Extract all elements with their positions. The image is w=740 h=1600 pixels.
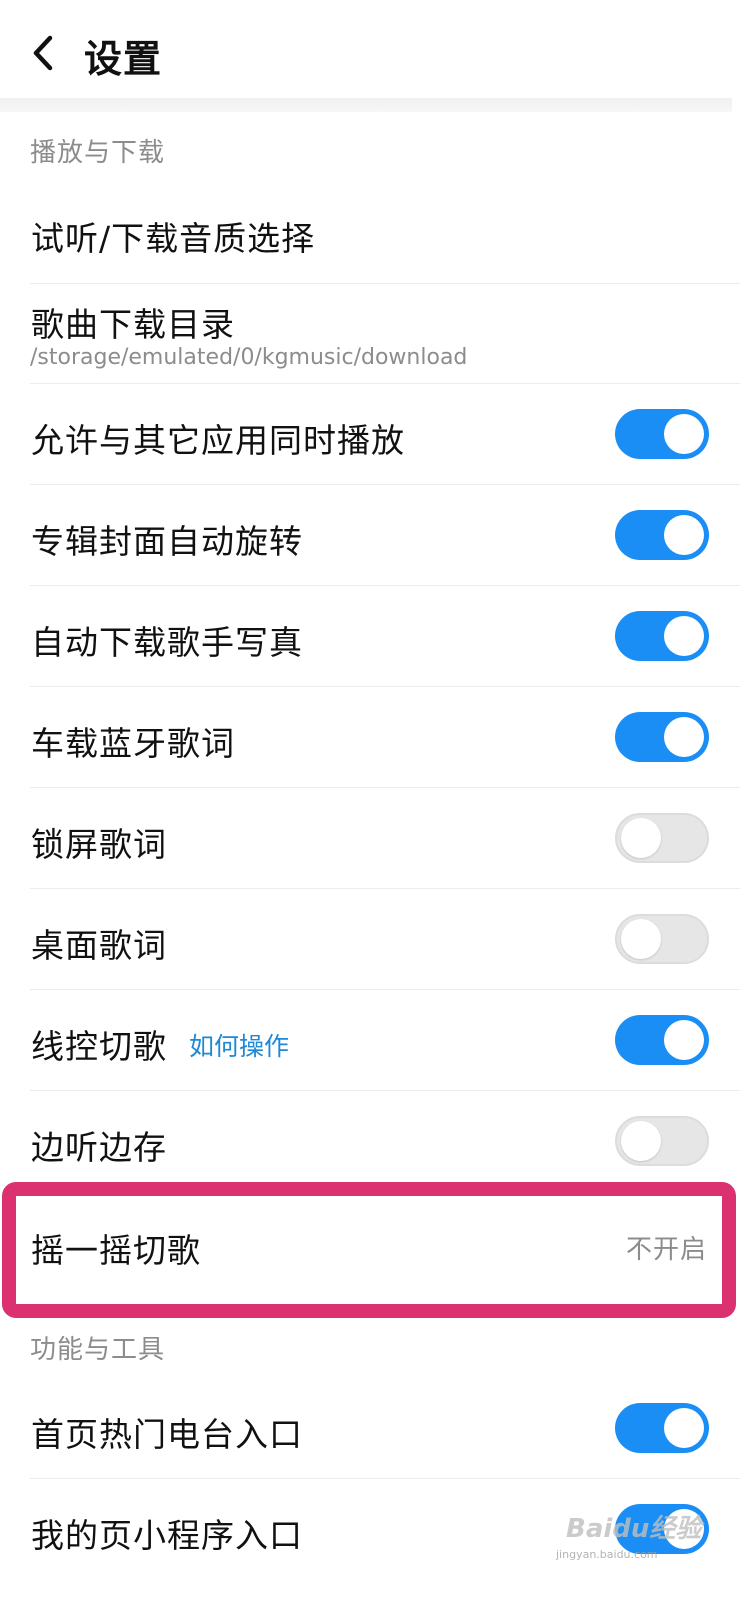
setting-label: 车载蓝牙歌词 [31, 724, 235, 763]
wire-control-label: 线控切歌 [31, 1027, 167, 1066]
setting-label: 桌面歌词 [31, 926, 167, 965]
section-title-tools: 功能与工具 [30, 1335, 166, 1365]
header-divider [0, 98, 732, 112]
highlight-box [2, 1182, 736, 1318]
setting-label: 自动下载歌手写真 [31, 623, 303, 662]
toggle-knob [664, 515, 704, 555]
album-rotate-toggle[interactable] [615, 510, 709, 560]
setting-row-mix-playback: 允许与其它应用同时播放 [0, 384, 740, 484]
chevron-left-icon [33, 35, 53, 71]
cache-while-listening-toggle[interactable] [615, 1116, 709, 1166]
setting-label: 试听/下载音质选择 [31, 219, 316, 258]
setting-row-car-bluetooth-lyrics: 车载蓝牙歌词 [0, 687, 740, 787]
watermark-logo: Baidu经验 [566, 1514, 702, 1544]
toggle-knob [621, 818, 661, 858]
setting-row-download-directory[interactable]: 歌曲下载目录 /storage/emulated/0/kgmusic/downl… [0, 284, 740, 383]
toggle-knob [621, 1121, 661, 1161]
hot-radio-entry-toggle[interactable] [615, 1403, 709, 1453]
toggle-knob [664, 1408, 704, 1448]
setting-row-hot-radio-entry: 首页热门电台入口 [0, 1378, 740, 1478]
section-title-playback: 播放与下载 [30, 138, 166, 168]
back-button[interactable] [26, 30, 66, 76]
watermark-url: jingyan.baidu.com [556, 1548, 658, 1561]
toggle-knob [664, 1020, 704, 1060]
toggle-knob [664, 616, 704, 656]
setting-label: 首页热门电台入口 [31, 1415, 303, 1454]
setting-label: 线控切歌 如何操作 [31, 1020, 289, 1068]
setting-label: 歌曲下载目录 [31, 305, 235, 344]
setting-row-album-rotate: 专辑封面自动旋转 [0, 485, 740, 585]
artist-photo-toggle[interactable] [615, 611, 709, 661]
setting-row-wire-control: 线控切歌 如何操作 [0, 990, 740, 1090]
toggle-knob [664, 414, 704, 454]
setting-label: 边听边存 [31, 1128, 167, 1167]
setting-row-cache-while-listening: 边听边存 [0, 1091, 740, 1182]
setting-row-artist-photo: 自动下载歌手写真 [0, 586, 740, 686]
toggle-knob [664, 717, 704, 757]
setting-label: 我的页小程序入口 [31, 1516, 303, 1555]
car-bluetooth-lyrics-toggle[interactable] [615, 712, 709, 762]
setting-row-audio-quality[interactable]: 试听/下载音质选择 [0, 186, 740, 283]
setting-sublabel: /storage/emulated/0/kgmusic/download [30, 345, 468, 370]
setting-label: 锁屏歌词 [31, 825, 167, 864]
mix-playback-toggle[interactable] [615, 409, 709, 459]
toggle-knob [621, 919, 661, 959]
setting-row-desktop-lyrics: 桌面歌词 [0, 889, 740, 989]
top-bar: 设置 [0, 0, 740, 100]
desktop-lyrics-toggle[interactable] [615, 914, 709, 964]
page-title: 设置 [84, 37, 163, 81]
wire-control-toggle[interactable] [615, 1015, 709, 1065]
how-to-link[interactable]: 如何操作 [189, 1032, 289, 1061]
setting-row-lockscreen-lyrics: 锁屏歌词 [0, 788, 740, 888]
setting-label: 允许与其它应用同时播放 [31, 421, 405, 460]
setting-label: 专辑封面自动旋转 [31, 522, 303, 561]
lockscreen-lyrics-toggle[interactable] [615, 813, 709, 863]
